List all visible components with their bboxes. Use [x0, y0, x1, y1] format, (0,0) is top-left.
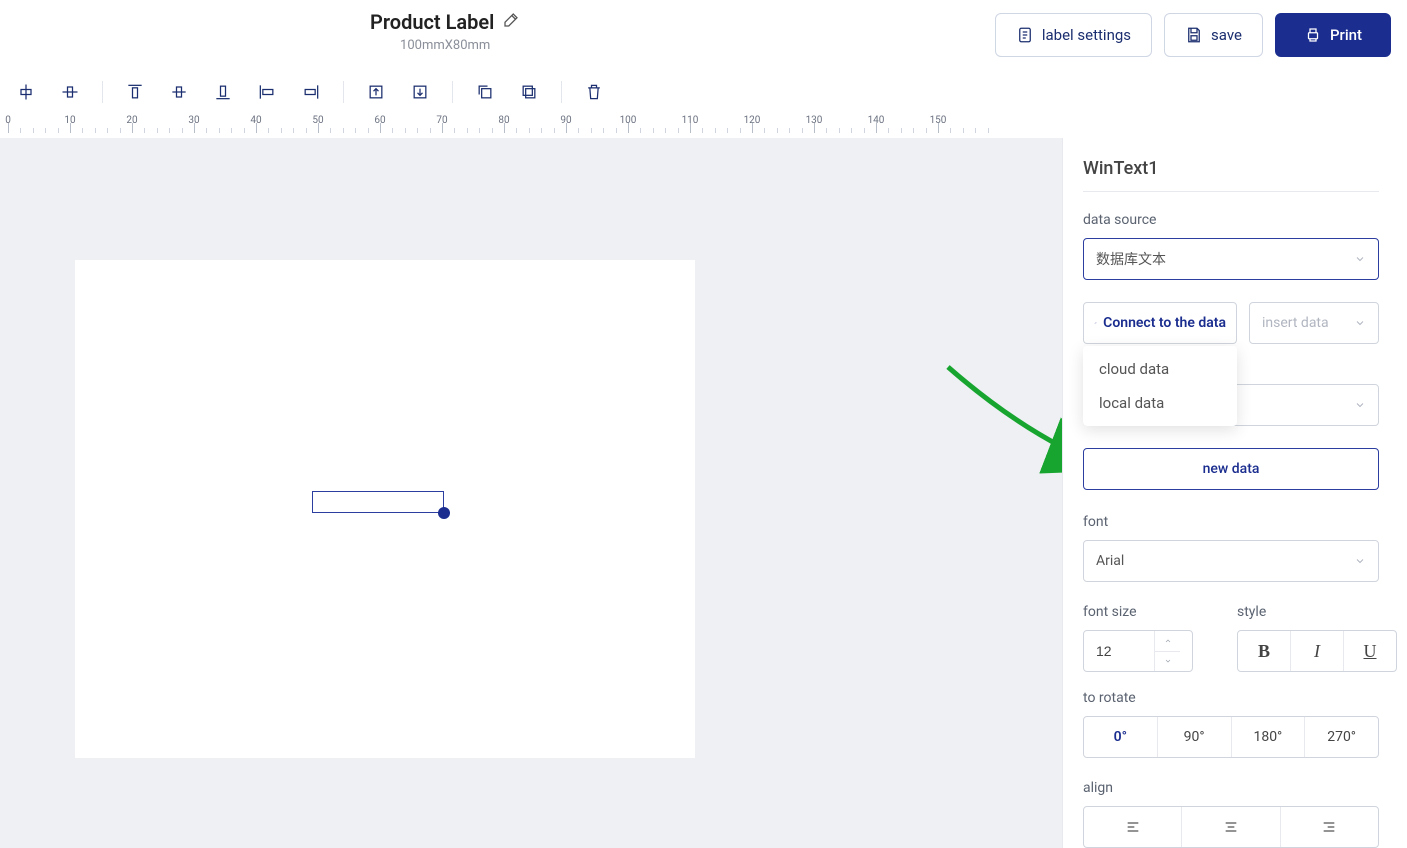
- bold-button[interactable]: B: [1238, 631, 1291, 671]
- chevron-down-icon: [1354, 399, 1366, 411]
- insert-data-placeholder: insert data: [1262, 315, 1329, 331]
- document-title: Product Label: [370, 10, 494, 34]
- underline-button[interactable]: U: [1344, 631, 1396, 671]
- separator: [343, 81, 344, 103]
- align-top-icon[interactable]: [113, 74, 157, 110]
- align-center-h-icon[interactable]: [4, 74, 48, 110]
- resize-handle-icon[interactable]: [438, 507, 450, 519]
- print-button[interactable]: Print: [1275, 13, 1391, 57]
- ruler-tick: 80: [498, 115, 509, 126]
- rotate-option[interactable]: 0°: [1084, 717, 1158, 757]
- print-text: Print: [1330, 26, 1362, 44]
- ruler-tick: 120: [744, 115, 761, 126]
- document-dimensions: 100mmX80mm: [370, 38, 520, 53]
- chevron-down-icon: [1354, 317, 1366, 329]
- stepper-up-icon[interactable]: [1155, 631, 1180, 652]
- chevron-down-icon: [1354, 253, 1366, 265]
- title-block: Product Label 100mmX80mm: [370, 10, 520, 53]
- ruler-tick: 150: [930, 115, 947, 126]
- ruler-tick: 90: [560, 115, 571, 126]
- font-size-input[interactable]: [1084, 643, 1154, 659]
- annotation-arrow-icon: [938, 357, 1062, 487]
- edit-title-icon[interactable]: [502, 11, 520, 33]
- ruler-tick: 60: [374, 115, 385, 126]
- header: Product Label 100mmX80mm label settings …: [0, 0, 1407, 70]
- data-source-select[interactable]: 数据库文本: [1083, 238, 1379, 280]
- ruler-tick: 0: [5, 115, 11, 126]
- ruler-tick: 40: [250, 115, 261, 126]
- save-text: save: [1211, 26, 1242, 44]
- ruler-tick: 70: [436, 115, 447, 126]
- ruler-tick: 130: [806, 115, 823, 126]
- align-right-icon[interactable]: [289, 74, 333, 110]
- separator: [102, 81, 103, 103]
- ruler-tick: 50: [312, 115, 323, 126]
- label-settings-text: label settings: [1042, 26, 1131, 44]
- data-source-label: data source: [1083, 212, 1379, 228]
- rotate-option[interactable]: 270°: [1305, 717, 1378, 757]
- link-icon: [1094, 315, 1097, 331]
- insert-data-select[interactable]: insert data: [1249, 302, 1379, 344]
- text-align-center-button[interactable]: [1182, 807, 1280, 847]
- connect-dropdown: cloud data local data: [1083, 346, 1237, 426]
- text-align-left-button[interactable]: [1084, 807, 1182, 847]
- properties-panel: WinText1 data source 数据库文本 Connect to th…: [1062, 138, 1407, 848]
- copy-icon[interactable]: [463, 74, 507, 110]
- text-align-right-button[interactable]: [1281, 807, 1378, 847]
- connect-data-button[interactable]: Connect to the data: [1083, 302, 1237, 344]
- paste-icon[interactable]: [507, 74, 551, 110]
- new-data-button[interactable]: new data: [1083, 448, 1379, 490]
- horizontal-ruler: 0 10 20 30 40 50 60 70 80 90 100 110 120 130 140 150: [0, 114, 1407, 138]
- ruler-tick: 30: [188, 115, 199, 126]
- italic-button[interactable]: I: [1291, 631, 1344, 671]
- ruler-tick: 10: [64, 115, 75, 126]
- style-label: style: [1237, 604, 1379, 620]
- align-toolbar: [0, 70, 1407, 114]
- selected-object-name: WinText1: [1083, 158, 1379, 192]
- font-value: Arial: [1096, 553, 1124, 569]
- font-size-stepper[interactable]: [1083, 630, 1193, 672]
- separator: [561, 81, 562, 103]
- align-middle-icon[interactable]: [157, 74, 201, 110]
- align-bottom-icon[interactable]: [201, 74, 245, 110]
- rotate-option[interactable]: 90°: [1158, 717, 1232, 757]
- text-align-segment: [1083, 806, 1379, 848]
- new-data-text: new data: [1203, 461, 1260, 477]
- selected-text-element[interactable]: [312, 491, 444, 513]
- ruler-tick: 20: [126, 115, 137, 126]
- label-settings-button[interactable]: label settings: [995, 13, 1152, 57]
- align-left-icon[interactable]: [245, 74, 289, 110]
- save-button[interactable]: save: [1164, 13, 1263, 57]
- align-center-v-icon[interactable]: [48, 74, 92, 110]
- dropdown-item-local[interactable]: local data: [1083, 386, 1237, 420]
- delete-icon[interactable]: [572, 74, 616, 110]
- dropdown-item-cloud[interactable]: cloud data: [1083, 352, 1237, 386]
- separator: [452, 81, 453, 103]
- rotate-option[interactable]: 180°: [1232, 717, 1306, 757]
- send-back-icon[interactable]: [398, 74, 442, 110]
- data-source-value: 数据库文本: [1096, 249, 1166, 269]
- connect-data-text: Connect to the data: [1103, 315, 1226, 331]
- chevron-down-icon: [1354, 555, 1366, 567]
- stepper-down-icon[interactable]: [1155, 652, 1180, 672]
- rotate-segment: 0°90°180°270°: [1083, 716, 1379, 758]
- rotate-label: to rotate: [1083, 690, 1379, 706]
- canvas[interactable]: [0, 138, 1062, 848]
- ruler-tick: 110: [682, 115, 699, 126]
- ruler-tick: 140: [868, 115, 885, 126]
- align-label: align: [1083, 780, 1379, 796]
- ruler-tick: 100: [620, 115, 637, 126]
- bring-front-icon[interactable]: [354, 74, 398, 110]
- font-size-label: font size: [1083, 604, 1225, 620]
- font-label: font: [1083, 514, 1379, 530]
- font-select[interactable]: Arial: [1083, 540, 1379, 582]
- font-style-group: B I U: [1237, 630, 1397, 672]
